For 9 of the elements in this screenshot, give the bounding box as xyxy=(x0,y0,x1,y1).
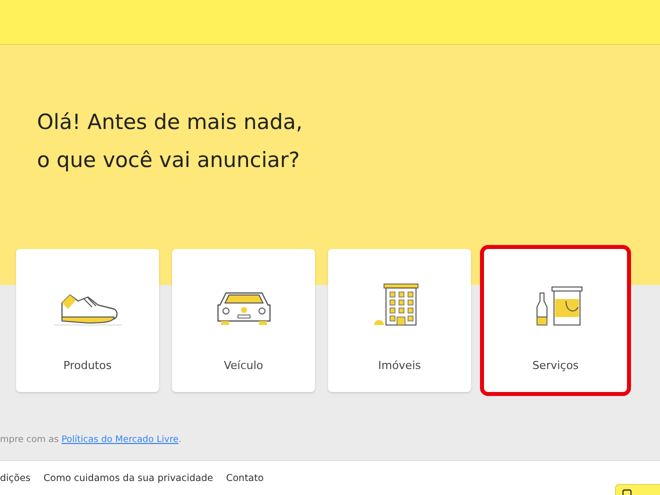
category-card[interactable]: Produtos xyxy=(16,249,159,392)
footer-link[interactable]: Contato xyxy=(226,473,264,484)
page-heading: Olá! Antes de mais nada, o que você vai anunciar? xyxy=(37,109,304,173)
footer-link[interactable]: Como cuidamos da sua privacidade xyxy=(44,473,214,484)
category-card[interactable]: Serviços xyxy=(484,249,627,392)
category-card[interactable]: Imóveis xyxy=(328,249,471,392)
policy-notice: mpre com as Políticas do Mercado Livre. xyxy=(0,435,182,445)
category-card[interactable]: Veículo xyxy=(172,249,315,392)
footer-link[interactable]: dições xyxy=(0,473,30,484)
